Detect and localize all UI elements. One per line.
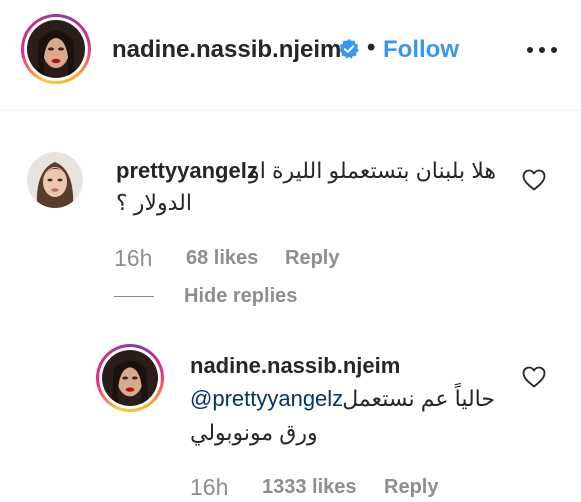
- header-username[interactable]: nadine.nassib.njeim: [112, 36, 341, 64]
- reply-likes-count[interactable]: 1333 likes: [262, 476, 357, 498]
- reply-likes[interactable]: 1333 likes: [262, 476, 357, 499]
- post-header: nadine.nassib.njeim • Follow: [0, 0, 581, 111]
- hide-replies-line: [114, 296, 154, 297]
- reply-mention-link[interactable]: @prettyyangelz: [190, 383, 343, 415]
- comment-reply-label[interactable]: Reply: [285, 247, 339, 269]
- reply-username[interactable]: nadine.nassib.njeim: [190, 353, 400, 379]
- follow-button[interactable]: Follow: [383, 36, 459, 64]
- separator-dot: •: [367, 34, 376, 61]
- comment-text-line-1: prettyyangelz هلا بلبنان بتستعملو الليرة…: [116, 155, 496, 187]
- story-ring[interactable]: [21, 14, 91, 84]
- reply-reply-label[interactable]: Reply: [384, 476, 438, 498]
- hide-replies-button[interactable]: Hide replies: [184, 285, 297, 308]
- comment-text: هلا بلبنان بتستعملو الليرة او: [249, 158, 496, 183]
- comment-text-line-2: الدولار ؟: [116, 190, 192, 215]
- comment-meta: 16h: [114, 245, 152, 272]
- comment-likes[interactable]: 68 likes: [186, 247, 258, 270]
- reply-text-line-2: ورق مونوبولي: [190, 420, 318, 445]
- comment-time[interactable]: 16h: [114, 245, 152, 271]
- like-heart-icon[interactable]: [522, 169, 546, 191]
- reply-time[interactable]: 16h: [190, 474, 228, 500]
- reply-like-heart-icon[interactable]: [522, 366, 546, 388]
- reply-text: حالياً عم نستعمل: [342, 386, 495, 411]
- reply-story-ring[interactable]: [96, 344, 164, 412]
- verified-badge-icon: [339, 38, 359, 59]
- reply-text-line-1: @prettyyangelz حالياً عم نستعمل: [190, 383, 495, 415]
- reply-meta: 16h: [190, 474, 228, 501]
- comment-likes-count[interactable]: 68 likes: [186, 247, 258, 269]
- hide-replies-label[interactable]: Hide replies: [184, 285, 297, 307]
- reply-avatar[interactable]: [102, 350, 158, 406]
- comment-reply-button[interactable]: Reply: [285, 247, 339, 270]
- comment-username[interactable]: prettyyangelz: [116, 155, 258, 187]
- more-options-icon[interactable]: [527, 40, 557, 60]
- avatar[interactable]: [27, 20, 85, 78]
- post-comments-panel: nadine.nassib.njeim • Follow prettyyange…: [0, 0, 581, 502]
- commenter-avatar[interactable]: [27, 152, 83, 208]
- reply-reply-button[interactable]: Reply: [384, 476, 438, 499]
